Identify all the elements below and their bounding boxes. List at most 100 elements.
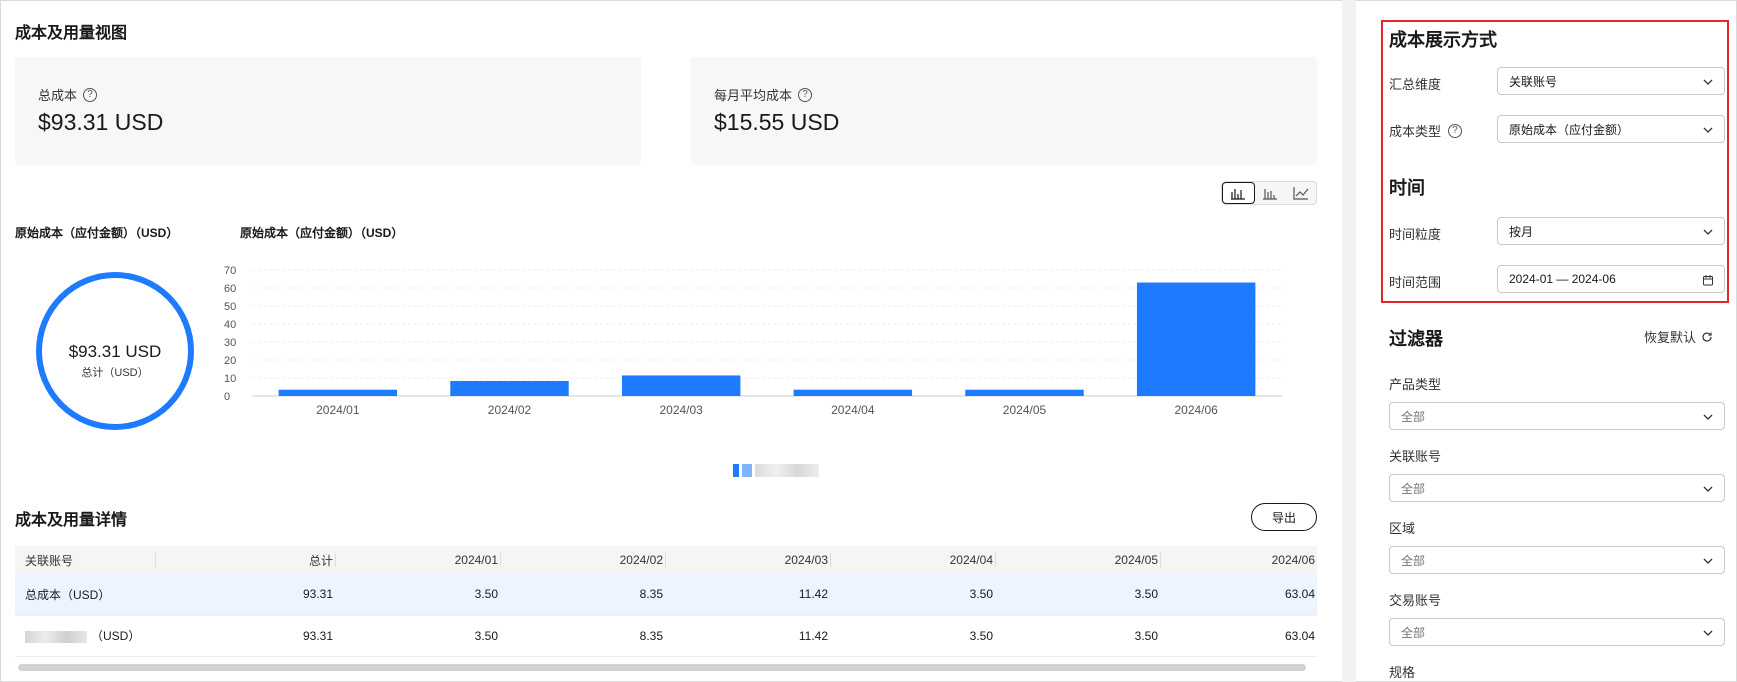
time-range-text: 时间范围: [1389, 275, 1442, 290]
y-tick-label: 10: [224, 373, 236, 385]
col-header[interactable]: 2024/06: [1160, 546, 1317, 574]
table-cell: 93.31: [155, 615, 335, 657]
x-tick-label: 2024/03: [659, 403, 703, 417]
filter-spec-label: 规格: [1389, 665, 1416, 680]
table-cell: （USD）: [15, 615, 155, 657]
y-tick-label: 40: [224, 319, 236, 331]
total-cost-label: 总成本: [38, 88, 78, 103]
time-range-value: 2024-01 — 2024-06: [1509, 272, 1616, 286]
time-range-picker[interactable]: 2024-01 — 2024-06: [1497, 265, 1725, 293]
display-mode-title: 成本展示方式: [1389, 30, 1497, 50]
y-tick-label: 50: [224, 301, 236, 313]
table-cell: 63.04: [1160, 574, 1317, 616]
filter-region-label: 区域: [1389, 521, 1416, 536]
x-tick-label: 2024/01: [316, 403, 360, 417]
table-cell: 总成本（USD）: [15, 574, 155, 616]
filter-product-select[interactable]: 全部: [1389, 402, 1725, 430]
bar-stacked-icon[interactable]: [1222, 182, 1255, 204]
granularity-value: 按月: [1509, 224, 1534, 239]
legend-pager[interactable]: [733, 462, 819, 478]
calendar-icon: [1703, 275, 1713, 286]
filter-account-label: 关联账号: [1389, 449, 1442, 464]
chevron-down-icon: [1703, 414, 1713, 420]
summary-dimension-select[interactable]: 关联账号: [1497, 67, 1725, 95]
cost-type-value: 原始成本（应付金额）: [1509, 122, 1630, 137]
x-tick-label: 2024/05: [1003, 403, 1047, 417]
donut-value: $93.31 USD: [68, 342, 162, 361]
filter-product-label: 产品类型: [1389, 377, 1442, 392]
col-header[interactable]: 2024/01: [335, 546, 500, 574]
panel-divider: [1342, 0, 1356, 682]
cost-type-label: 成本类型?: [1389, 121, 1463, 140]
table-cell: 3.50: [830, 615, 995, 657]
table-row[interactable]: 总成本（USD） 93.31 3.50 8.35 11.42 3.50 3.50…: [15, 574, 1317, 616]
filter-region-select[interactable]: 全部: [1389, 546, 1725, 574]
help-icon[interactable]: ?: [1448, 123, 1463, 138]
monthly-avg-label: 每月平均成本: [714, 88, 793, 103]
refresh-icon: [1702, 331, 1712, 342]
y-tick-label: 70: [224, 265, 236, 277]
granularity-select[interactable]: 按月: [1497, 217, 1725, 245]
monthly-avg-value: $15.55 USD: [714, 109, 840, 135]
page-title: 成本及用量视图: [15, 25, 128, 42]
x-tick-label: 2024/06: [1174, 403, 1218, 417]
filter-product-value: 全部: [1401, 409, 1426, 424]
col-header[interactable]: 2024/02: [500, 546, 665, 574]
y-tick-label: 20: [224, 355, 236, 367]
granularity-label: 时间粒度: [1389, 224, 1441, 243]
bar-chart-svg: 0 10 20 30 40 50 60 70 2024/01 2024/02 2024/03 2024…: [224, 265, 1282, 417]
reset-default-button[interactable]: 恢复默认: [1644, 327, 1713, 346]
col-header[interactable]: 2024/04: [830, 546, 995, 574]
line-chart-icon[interactable]: [1285, 182, 1316, 204]
table-cell: 3.50: [995, 574, 1160, 616]
summary-dimension-label: 汇总维度: [1389, 74, 1441, 93]
help-icon[interactable]: ?: [798, 87, 813, 102]
filter-trade-account-label: 交易账号: [1389, 593, 1442, 608]
y-tick-label: 60: [224, 283, 236, 295]
time-title: 时间: [1389, 178, 1425, 198]
cost-detail-table: 关联账号 总计 2024/01 2024/02 2024/03 2024/04 …: [15, 546, 1317, 657]
bar-grouped-icon[interactable]: [1255, 182, 1286, 204]
filter-account-select[interactable]: 全部: [1389, 474, 1725, 502]
chevron-down-icon: [1703, 486, 1713, 492]
chevron-down-icon: [1703, 229, 1713, 235]
table-cell: 11.42: [665, 574, 830, 616]
filter-trade-account-value: 全部: [1401, 625, 1426, 640]
cost-bar-chart: 0 10 20 30 40 50 60 70 2024/01 2024/02 2024/03 2024…: [222, 262, 1292, 422]
bar: [1136, 282, 1256, 396]
table-cell: 63.04: [1160, 615, 1317, 657]
donut-label: 总计（USD）: [81, 367, 149, 379]
help-icon[interactable]: ?: [83, 87, 98, 102]
summary-dimension-text: 汇总维度: [1389, 77, 1442, 92]
filter-region-value: 全部: [1401, 553, 1426, 568]
chevron-down-icon: [1703, 630, 1713, 636]
total-donut-chart: $93.31 USD 总计（USD）: [36, 272, 194, 430]
col-header[interactable]: 关联账号: [15, 546, 155, 574]
table-cell: 8.35: [500, 615, 665, 657]
filter-account-value: 全部: [1401, 481, 1426, 496]
cost-type-select[interactable]: 原始成本（应付金额）: [1497, 115, 1725, 143]
total-cost-card: 总成本? $93.31 USD: [15, 57, 641, 165]
table-cell: 3.50: [335, 574, 500, 616]
col-header[interactable]: 总计: [155, 546, 335, 574]
col-header[interactable]: 2024/05: [995, 546, 1160, 574]
highlight-box: [1381, 20, 1729, 303]
bar: [450, 380, 569, 396]
x-tick-label: 2024/02: [488, 403, 532, 417]
horizontal-scrollbar[interactable]: [18, 664, 1306, 671]
reset-label: 恢复默认: [1644, 330, 1697, 345]
x-tick-label: 2024/04: [831, 403, 875, 417]
total-cost-value: $93.31 USD: [38, 109, 164, 135]
time-range-label: 时间范围: [1389, 272, 1441, 291]
table-row[interactable]: （USD） 93.31 3.50 8.35 11.42 3.50 3.50 63…: [15, 615, 1317, 657]
col-header[interactable]: 2024/03: [665, 546, 830, 574]
y-tick-label: 0: [224, 391, 230, 403]
export-button[interactable]: 导出: [1251, 503, 1317, 531]
cost-type-text: 成本类型: [1389, 124, 1442, 139]
filter-trade-account-select[interactable]: 全部: [1389, 618, 1725, 646]
redacted-account: [25, 630, 87, 643]
bar: [793, 389, 913, 396]
filter-title: 过滤器: [1389, 329, 1443, 349]
y-tick-label: 30: [224, 337, 236, 349]
bar: [278, 389, 398, 396]
